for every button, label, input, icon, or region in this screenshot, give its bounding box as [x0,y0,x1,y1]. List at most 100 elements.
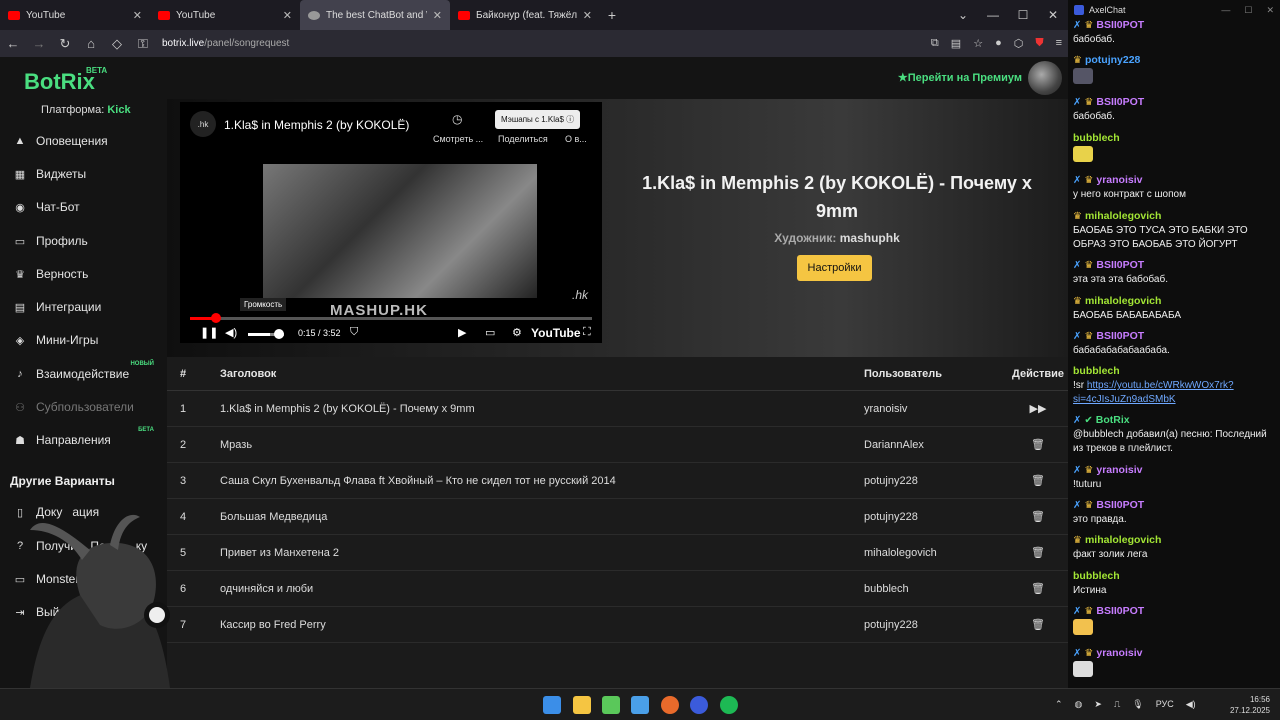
chevron-up-icon[interactable]: ⌃ [1055,699,1063,710]
trash-icon[interactable]: 🗑 [1008,510,1068,523]
trash-icon[interactable]: 🗑 [1008,546,1068,559]
minimize-icon[interactable]: — [978,8,1008,22]
start-icon[interactable] [543,696,561,714]
chat-username[interactable]: potujny228 [1085,54,1140,66]
volume-knob[interactable] [274,329,284,339]
shield-icon[interactable]: ◇ [110,36,124,52]
steam-icon[interactable]: ◍ [1075,699,1083,710]
spotify-icon[interactable] [720,696,738,714]
clock[interactable]: 16:56 27.12.2025 [1230,694,1270,716]
progress-bar[interactable] [190,313,592,323]
adblock-icon[interactable]: ⛊ [1035,37,1043,50]
youtube-logo[interactable]: YouTube [531,326,581,340]
telegram-icon[interactable]: ➤ [1094,699,1102,710]
subtitles-icon[interactable]: ▭ [485,326,495,339]
sidebar-item-integrations[interactable]: ▤ Интеграции [12,300,162,314]
minimize-icon[interactable]: — [1221,5,1230,16]
premium-link[interactable]: ★Перейти на Премиум [898,71,1022,84]
pip-icon[interactable]: ⧉ [931,37,939,50]
usb-icon[interactable]: ⎍ [1114,699,1120,710]
mashup-button[interactable]: Мэшапы с 1.Kla$ ⓘ [495,110,581,129]
about-label[interactable]: О в... [565,134,587,144]
settings-gear-icon[interactable]: ⚙ [512,326,522,339]
language-indicator[interactable]: РУС [1156,699,1174,710]
sidebar-item-loyalty[interactable]: ♛ Верность [12,267,162,281]
chat-username[interactable]: yranoisiv [1096,174,1142,186]
lock-icon[interactable]: ⚿ [136,36,150,52]
url-bar[interactable]: botrix.live/panel/songrequest [162,38,919,49]
reader-icon[interactable]: ▤ [951,37,961,50]
sidebar-item-interaction[interactable]: ♪ Взаимодействие НОВЫЙ [12,361,162,381]
share-label[interactable]: Поделиться [498,134,548,144]
extension-icon[interactable]: ⬡ [1014,37,1024,50]
trash-icon[interactable]: 🗑 [1008,474,1068,487]
skip-icon[interactable]: ▶▶ [1008,402,1068,415]
account-icon[interactable]: ● [995,37,1002,50]
sidebar-item-alerts[interactable]: ▲ Оповещения [12,134,162,148]
watch-later-label[interactable]: Смотреть ... [433,134,483,144]
bookmark-star-icon[interactable]: ☆ [973,37,983,50]
trash-icon[interactable]: 🗑 [1008,438,1068,451]
trash-icon[interactable]: 🗑 [1008,582,1068,595]
notepad-icon[interactable] [602,696,620,714]
pause-icon[interactable]: ❚❚ [200,326,218,339]
tab-list-icon[interactable]: ⌄ [948,8,978,22]
file-explorer-icon[interactable] [573,696,591,714]
settings-button[interactable]: Настройки [797,255,872,281]
sidebar-item-profile[interactable]: ▭ Профиль [12,234,162,248]
fullscreen-icon[interactable]: ⛶ [583,326,591,339]
browser-tab-active[interactable]: The best ChatBot and Widg ✕ [300,0,450,30]
browser-tab[interactable]: YouTube ✕ [150,0,300,30]
progress-scrubber[interactable] [211,313,222,323]
back-icon[interactable]: ← [6,36,20,51]
youtube-player[interactable]: .hk 1.Kla$ in Memphis 2 (by KOKOLË) ◷ Мэ… [180,102,602,343]
close-window-icon[interactable]: ✕ [1038,8,1068,22]
chat-username[interactable]: yranoisiv [1096,464,1142,476]
firefox-icon[interactable] [661,696,679,714]
trash-icon[interactable]: 🗑 [1008,618,1068,631]
sidebar-item-directions[interactable]: ☗ Направления БЕТА [12,427,162,447]
chat-username[interactable]: mihalolegovich [1085,210,1161,222]
clock-icon[interactable]: ◷ [452,112,462,126]
chat-username[interactable]: bubblech [1073,132,1120,144]
axelchat-icon[interactable] [690,696,708,714]
editor-icon[interactable] [631,696,649,714]
close-tab-icon[interactable]: ✕ [133,9,142,22]
sidebar-item-widgets[interactable]: ▦ Виджеты [12,167,162,181]
chat-username[interactable]: BSII0POT [1096,605,1144,617]
maximize-icon[interactable]: ☐ [1244,5,1252,16]
maximize-icon[interactable]: ☐ [1008,8,1038,22]
close-tab-icon[interactable]: ✕ [583,9,592,22]
forward-icon[interactable]: → [32,36,46,51]
browser-tab[interactable]: YouTube ✕ [0,0,150,30]
close-tab-icon[interactable]: ✕ [433,9,442,22]
chat-username[interactable]: BSII0POT [1096,19,1144,31]
sponsor-icon[interactable]: ⛉ [350,326,358,339]
close-tab-icon[interactable]: ✕ [283,9,292,22]
channel-avatar[interactable]: .hk [190,111,216,137]
chat-username[interactable]: BotRix [1096,414,1130,426]
new-tab-icon[interactable]: + [600,7,624,23]
autoplay-icon[interactable]: ▶ [458,326,466,339]
chat-username[interactable]: BSII0POT [1096,259,1144,271]
chat-username[interactable]: mihalolegovich [1085,534,1161,546]
sidebar-item-minigames[interactable]: ◈ Мини-Игры [12,333,162,347]
volume-icon[interactable]: ◀) [225,326,237,339]
video-title[interactable]: 1.Kla$ in Memphis 2 (by KOKOLË) [224,118,409,132]
chat-username[interactable]: BSII0POT [1096,499,1144,511]
sidebar-item-subusers[interactable]: ⚇ Субпользователи [12,400,162,414]
browser-tab[interactable]: Байконур (feat. Тяжёлая Атлет ✕ [450,0,600,30]
menu-icon[interactable]: ≡ [1056,37,1062,50]
chat-username[interactable]: BSII0POT [1096,330,1144,342]
reload-icon[interactable]: ↻ [58,36,72,52]
chat-username[interactable]: mihalolegovich [1085,295,1161,307]
chat-username[interactable]: BSII0POT [1096,96,1144,108]
mic-icon[interactable]: 🎙 [1132,699,1143,710]
chat-username[interactable]: yranoisiv [1096,647,1142,659]
home-icon[interactable]: ⌂ [84,36,98,51]
chat-username[interactable]: bubblech [1073,570,1120,582]
botrix-logo[interactable]: BotRix BETA [24,66,107,95]
chat-link[interactable]: https://youtu.be/cWRkwWOx7rk?si=4cJIsJuZ… [1073,380,1234,405]
speaker-icon[interactable]: ◀) [1186,699,1196,710]
chat-username[interactable]: bubblech [1073,365,1120,377]
